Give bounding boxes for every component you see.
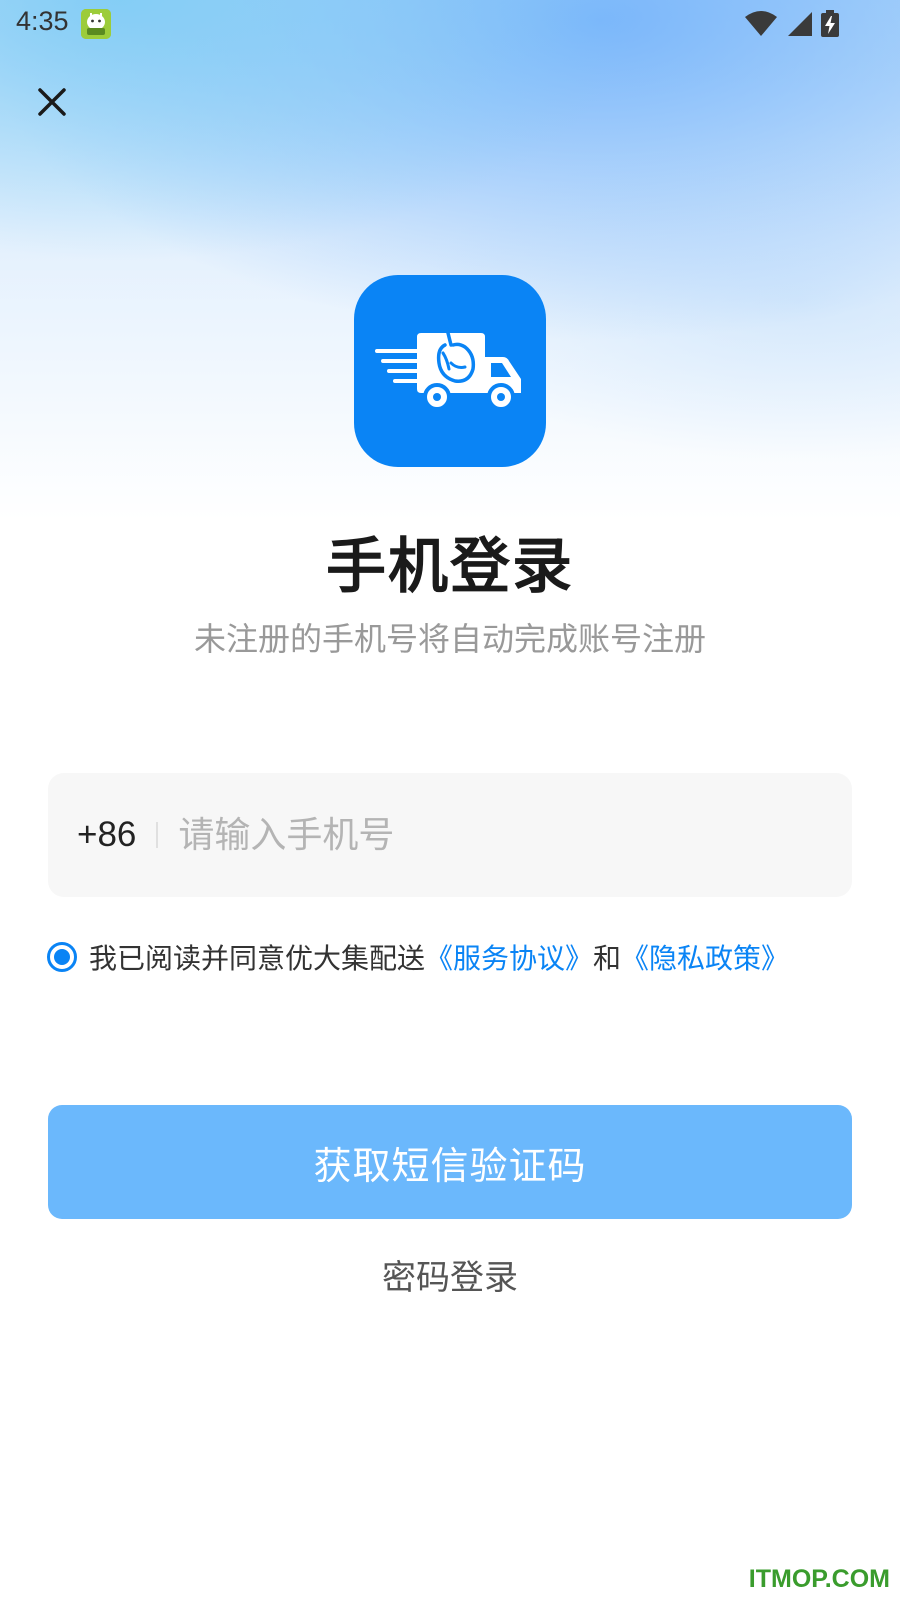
wifi-icon — [744, 11, 778, 41]
close-icon — [37, 87, 67, 121]
android-mascot-icon — [81, 9, 111, 39]
phone-input[interactable] — [178, 805, 852, 865]
signal-icon — [786, 11, 812, 41]
country-code[interactable]: +86 — [77, 815, 136, 855]
battery-charging-icon — [820, 10, 840, 42]
app-logo — [354, 275, 546, 467]
agreement-and: 和 — [593, 942, 622, 975]
page-subtitle: 未注册的手机号将自动完成账号注册 — [193, 620, 706, 658]
delivery-truck-icon — [375, 319, 525, 423]
password-login-link[interactable]: 密码登录 — [0, 1250, 900, 1299]
status-time: 4:35 — [16, 6, 69, 36]
close-button[interactable] — [28, 80, 76, 128]
agreement-checkbox[interactable] — [47, 942, 77, 972]
privacy-policy-link[interactable]: 《隐私政策》 — [621, 937, 789, 977]
phone-input-row: +86 — [48, 773, 852, 897]
phone-divider — [156, 822, 159, 848]
status-bar: 4:35 — [0, 0, 900, 48]
status-indicators — [744, 10, 840, 42]
page-title: 手机登录 — [326, 532, 574, 602]
watermark: ITMOP.COM — [748, 1565, 890, 1593]
agreement-row: 我已阅读并同意优大集配送 《服务协议》 和 《隐私政策》 — [47, 937, 789, 977]
get-sms-code-button[interactable]: 获取短信验证码 — [48, 1105, 852, 1219]
checkbox-checked-dot — [54, 949, 70, 965]
service-agreement-link[interactable]: 《服务协议》 — [425, 937, 593, 977]
agreement-text: 我已阅读并同意优大集配送 — [89, 942, 426, 975]
